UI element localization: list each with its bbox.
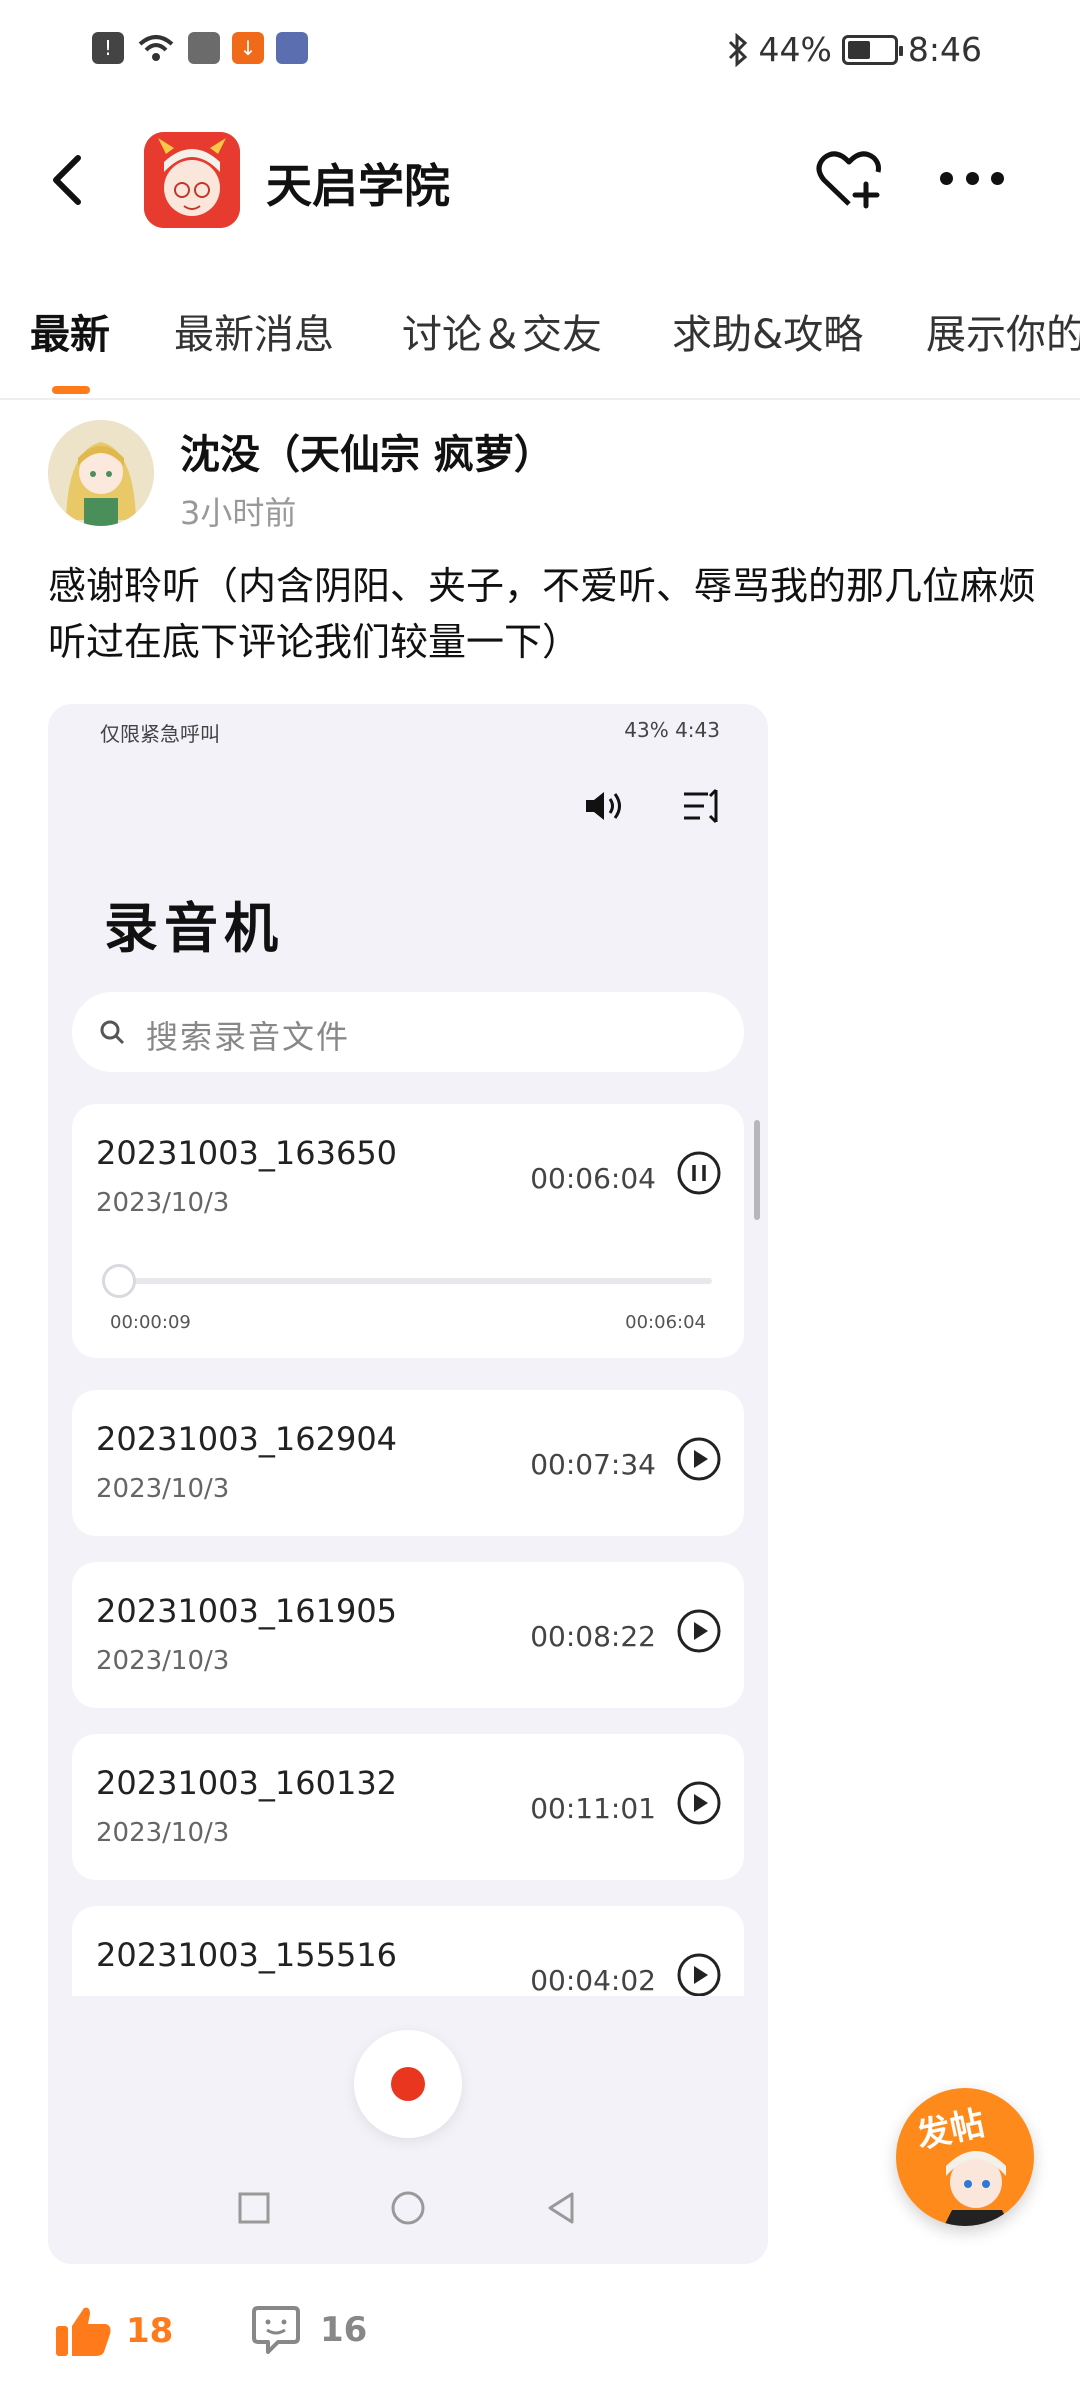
author-name[interactable]: 沈没（天仙宗 疯萝） bbox=[180, 422, 554, 480]
battery-icon bbox=[841, 34, 903, 65]
record-button bbox=[354, 2030, 462, 2138]
new-post-button[interactable]: 发帖 bbox=[896, 2088, 1034, 2226]
post-time: 3小时前 bbox=[180, 494, 297, 532]
bluetooth-icon bbox=[728, 32, 747, 67]
image-app-title: 录音机 bbox=[104, 897, 284, 960]
recording-item: 20231003_161905 2023/10/3 00:08:22 bbox=[72, 1562, 744, 1708]
mascot-icon bbox=[944, 2151, 1010, 2226]
search-icon bbox=[100, 1020, 125, 1045]
recording-date: 2023/10/3 bbox=[96, 1188, 230, 1218]
community-avatar[interactable] bbox=[144, 132, 240, 228]
like-button[interactable]: 18 bbox=[54, 2304, 173, 2358]
progress-knob bbox=[102, 1264, 136, 1298]
speaker-icon bbox=[586, 792, 621, 820]
post-image[interactable]: 仅限紧急呼叫 43% 4:43 录音机 搜索录音文件 20231003_1636… bbox=[48, 704, 768, 2264]
pause-icon bbox=[677, 1151, 721, 1195]
play-icon bbox=[677, 1609, 721, 1653]
image-scrollbar bbox=[754, 1120, 760, 1220]
recording-name: 20231003_161905 bbox=[96, 1592, 398, 1630]
recording-date: 2023/10/3 bbox=[96, 1646, 230, 1676]
comment-icon bbox=[252, 2306, 300, 2354]
image-toolbar bbox=[582, 786, 724, 826]
thumbs-up-icon bbox=[56, 2307, 111, 2356]
clock: 8:46 bbox=[907, 30, 982, 69]
download-icon: ↓ bbox=[232, 32, 264, 64]
recording-name: 20231003_155516 bbox=[96, 1936, 398, 1974]
recording-item: 20231003_160132 2023/10/3 00:11:01 bbox=[72, 1734, 744, 1880]
recording-duration: 00:11:01 bbox=[530, 1792, 656, 1825]
recording-item: 20231003_162904 2023/10/3 00:07:34 bbox=[72, 1390, 744, 1536]
recording-duration: 00:07:34 bbox=[530, 1448, 656, 1481]
progress-track bbox=[104, 1278, 712, 1284]
image-status-bar: 仅限紧急呼叫 43% 4:43 bbox=[100, 714, 720, 750]
recording-duration: 00:04:02 bbox=[530, 1964, 656, 1997]
home-icon bbox=[391, 2191, 425, 2225]
recording-item: 20231003_163650 2023/10/3 00:06:04 00:00… bbox=[72, 1104, 744, 1358]
recording-name: 20231003_162904 bbox=[96, 1420, 398, 1458]
recording-date: 2023/10/3 bbox=[96, 1474, 230, 1504]
tab-latest[interactable]: 最新 bbox=[30, 302, 110, 360]
header: 天启学院 bbox=[0, 120, 1080, 240]
sort-icon bbox=[684, 788, 718, 824]
recording-duration: 00:06:04 bbox=[530, 1162, 656, 1195]
wifi-icon bbox=[138, 35, 174, 61]
alert-icon: ! bbox=[92, 32, 124, 64]
active-tab-indicator bbox=[52, 386, 90, 394]
play-icon bbox=[677, 1781, 721, 1825]
tab-discussion[interactable]: 讨论＆交友 bbox=[402, 302, 602, 360]
heart-add-icon[interactable] bbox=[816, 148, 882, 210]
play-icon bbox=[677, 1953, 721, 1997]
tab-latest-news[interactable]: 最新消息 bbox=[174, 302, 334, 360]
tab-showcase[interactable]: 展示你的 bbox=[926, 302, 1080, 360]
image-status-left: 仅限紧急呼叫 bbox=[100, 722, 220, 746]
image-status-right: 43% 4:43 bbox=[624, 718, 720, 742]
battery-percent: 44% bbox=[758, 30, 832, 69]
tab-bar: 最新 最新消息 讨论＆交友 求助&攻略 展示你的 bbox=[0, 290, 1080, 400]
post-text: 感谢聆听（内含阴阳、夹子，不爱听、辱骂我的那几位麻烦听过在底下评论我们较量一下） bbox=[48, 564, 1037, 664]
more-icon[interactable] bbox=[940, 172, 1004, 188]
playback-position: 00:00:09 bbox=[110, 1312, 191, 1333]
recording-name: 20231003_163650 bbox=[96, 1134, 398, 1172]
play-icon bbox=[677, 1437, 721, 1481]
status-right: 44% 8:46 bbox=[727, 30, 982, 69]
recording-name: 20231003_160132 bbox=[96, 1764, 398, 1802]
recents-icon bbox=[238, 2192, 270, 2224]
recording-duration: 00:08:22 bbox=[530, 1620, 656, 1653]
comment-button[interactable]: 16 bbox=[250, 2304, 367, 2356]
back-nav-icon bbox=[548, 2192, 574, 2224]
game-icon bbox=[276, 32, 308, 64]
image-time: 4:43 bbox=[675, 718, 720, 742]
like-count: 18 bbox=[126, 2311, 174, 2351]
app-icon bbox=[188, 32, 220, 64]
image-search-placeholder: 搜索录音文件 bbox=[146, 1018, 351, 1056]
status-bar: ! ↓ 44% 8:46 bbox=[0, 0, 1080, 110]
image-battery: 43% bbox=[624, 718, 669, 742]
recording-date: 2023/10/3 bbox=[96, 1818, 230, 1848]
status-left-icons: ! ↓ bbox=[92, 32, 308, 64]
comment-count: 16 bbox=[320, 2310, 368, 2350]
tab-help-guide[interactable]: 求助&攻略 bbox=[672, 302, 863, 360]
image-search-bar: 搜索录音文件 bbox=[72, 992, 744, 1072]
author-avatar[interactable] bbox=[48, 420, 154, 526]
playback-length: 00:06:04 bbox=[625, 1312, 706, 1333]
back-icon[interactable] bbox=[44, 150, 94, 210]
community-title: 天启学院 bbox=[266, 159, 450, 213]
